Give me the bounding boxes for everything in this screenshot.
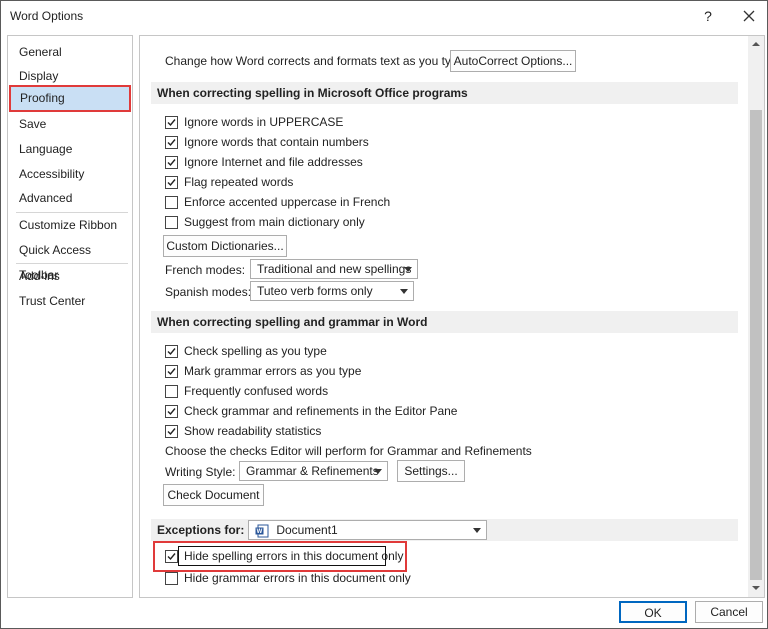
title-bar: Word Options ? <box>1 1 767 31</box>
option-check-spelling-as-you-type[interactable]: Check spelling as you type <box>165 342 327 360</box>
checkmark-icon <box>167 138 176 146</box>
checkbox[interactable] <box>165 404 178 418</box>
options-nav: General Display Proofing Save Language A… <box>7 35 133 598</box>
exceptions-label: Exceptions for: <box>157 523 245 537</box>
word-document-icon: W <box>255 524 269 538</box>
spanish-modes-label: Spanish modes: <box>165 285 252 299</box>
option-label: Hide grammar errors in this document onl… <box>184 571 411 585</box>
nav-item-general[interactable]: General <box>10 40 130 65</box>
chevron-down-icon <box>400 289 408 294</box>
option-enforce-accented-uppercase[interactable]: Enforce accented uppercase in French <box>165 193 390 211</box>
autocorrect-text: Change how Word corrects and formats tex… <box>165 54 468 68</box>
option-label: Check spelling as you type <box>184 344 327 358</box>
option-hide-grammar-errors[interactable]: Hide grammar errors in this document onl… <box>165 569 411 587</box>
chevron-down-icon <box>374 469 382 474</box>
checkbox[interactable] <box>165 364 178 378</box>
section-header-word-spelling: When correcting spelling and grammar in … <box>151 311 738 333</box>
chevron-down-icon <box>473 528 481 533</box>
exceptions-document-select[interactable]: W Document1 <box>248 520 487 540</box>
custom-dictionaries-button[interactable]: Custom Dictionaries... <box>163 235 287 257</box>
nav-item-advanced[interactable]: Advanced <box>10 186 130 211</box>
option-ignore-internet-addresses[interactable]: Ignore Internet and file addresses <box>165 153 363 171</box>
option-label: Ignore words that contain numbers <box>184 135 369 149</box>
option-label: Enforce accented uppercase in French <box>184 195 391 209</box>
option-label: Ignore words in UPPERCASE <box>184 115 344 129</box>
option-ignore-numbers[interactable]: Ignore words that contain numbers <box>165 133 369 151</box>
vertical-scrollbar[interactable] <box>748 36 764 597</box>
scroll-down-button[interactable] <box>748 581 764 595</box>
proofing-panel: Change how Word corrects and formats tex… <box>139 35 765 598</box>
option-show-readability-statistics[interactable]: Show readability statistics <box>165 422 321 440</box>
nav-item-trust-center[interactable]: Trust Center <box>10 289 130 314</box>
close-button[interactable] <box>737 5 761 27</box>
checkbox[interactable] <box>165 344 178 358</box>
cancel-button[interactable]: Cancel <box>695 601 763 623</box>
chevron-up-icon <box>752 42 760 46</box>
settings-button[interactable]: Settings... <box>397 460 465 482</box>
chevron-down-icon <box>752 586 760 590</box>
ok-button[interactable]: OK <box>619 601 687 623</box>
checkbox[interactable] <box>165 195 178 209</box>
option-label: Frequently confused words <box>184 384 329 398</box>
check-document-button[interactable]: Check Document <box>163 484 264 506</box>
spanish-modes-select[interactable]: Tuteo verb forms only <box>250 281 414 301</box>
section-header-office-spelling: When correcting spelling in Microsoft Of… <box>151 82 738 104</box>
writing-style-select[interactable]: Grammar & Refinements <box>239 461 388 481</box>
option-mark-grammar-errors[interactable]: Mark grammar errors as you type <box>165 362 361 380</box>
option-check-grammar-editor-pane[interactable]: Check grammar and refinements in the Edi… <box>165 402 457 420</box>
exceptions-document-value: Document1 <box>276 523 338 537</box>
svg-text:W: W <box>257 529 263 535</box>
checkbox[interactable] <box>165 424 178 438</box>
checkbox[interactable] <box>165 175 178 189</box>
french-modes-label: French modes: <box>165 263 246 277</box>
editor-checks-text: Choose the checks Editor will perform fo… <box>165 444 532 458</box>
option-label: Show readability statistics <box>184 424 322 438</box>
checkbox[interactable] <box>165 215 178 229</box>
checkbox[interactable] <box>165 384 178 398</box>
checkmark-icon <box>167 118 176 126</box>
checkmark-icon <box>167 367 176 375</box>
option-label: Flag repeated words <box>184 175 294 189</box>
nav-item-quick-access-toolbar[interactable]: Quick Access Toolbar <box>10 238 130 282</box>
checkmark-icon <box>167 347 176 355</box>
option-frequently-confused-words[interactable]: Frequently confused words <box>165 382 328 400</box>
option-label: Suggest from main dictionary only <box>184 215 365 229</box>
french-modes-value: Traditional and new spellings <box>257 262 412 276</box>
checkmark-icon <box>167 158 176 166</box>
checkmark-icon <box>167 427 176 435</box>
scroll-up-button[interactable] <box>748 37 764 51</box>
nav-item-customize-ribbon[interactable]: Customize Ribbon <box>10 213 130 238</box>
writing-style-label: Writing Style: <box>165 465 236 479</box>
nav-item-language[interactable]: Language <box>10 137 130 162</box>
french-modes-select[interactable]: Traditional and new spellings <box>250 259 418 279</box>
option-flag-repeated-words[interactable]: Flag repeated words <box>165 173 293 191</box>
checkbox[interactable] <box>165 155 178 169</box>
nav-item-proofing[interactable]: Proofing <box>9 85 131 112</box>
chevron-down-icon <box>404 267 412 272</box>
nav-item-display[interactable]: Display <box>10 64 130 89</box>
spanish-modes-value: Tuteo verb forms only <box>257 284 373 298</box>
highlight-hide-spelling-errors <box>153 541 407 572</box>
autocorrect-options-button[interactable]: AutoCorrect Options... <box>450 50 576 72</box>
option-label: Ignore Internet and file addresses <box>184 155 363 169</box>
option-suggest-main-dictionary[interactable]: Suggest from main dictionary only <box>165 213 365 231</box>
help-button[interactable]: ? <box>697 5 719 27</box>
writing-style-value: Grammar & Refinements <box>246 464 379 478</box>
checkbox[interactable] <box>165 115 178 129</box>
checkbox[interactable] <box>165 135 178 149</box>
close-icon <box>743 10 755 22</box>
nav-item-save[interactable]: Save <box>10 112 130 137</box>
nav-item-add-ins[interactable]: Add-ins <box>10 264 130 289</box>
scroll-thumb[interactable] <box>750 110 762 580</box>
checkmark-icon <box>167 178 176 186</box>
word-options-dialog: Word Options ? General Display Proofing … <box>0 0 768 629</box>
checkmark-icon <box>167 407 176 415</box>
checkbox[interactable] <box>165 571 178 585</box>
option-ignore-uppercase[interactable]: Ignore words in UPPERCASE <box>165 113 343 131</box>
option-label: Check grammar and refinements in the Edi… <box>184 404 458 418</box>
option-label: Mark grammar errors as you type <box>184 364 362 378</box>
window-title: Word Options <box>10 9 84 23</box>
nav-item-accessibility[interactable]: Accessibility <box>10 162 130 187</box>
